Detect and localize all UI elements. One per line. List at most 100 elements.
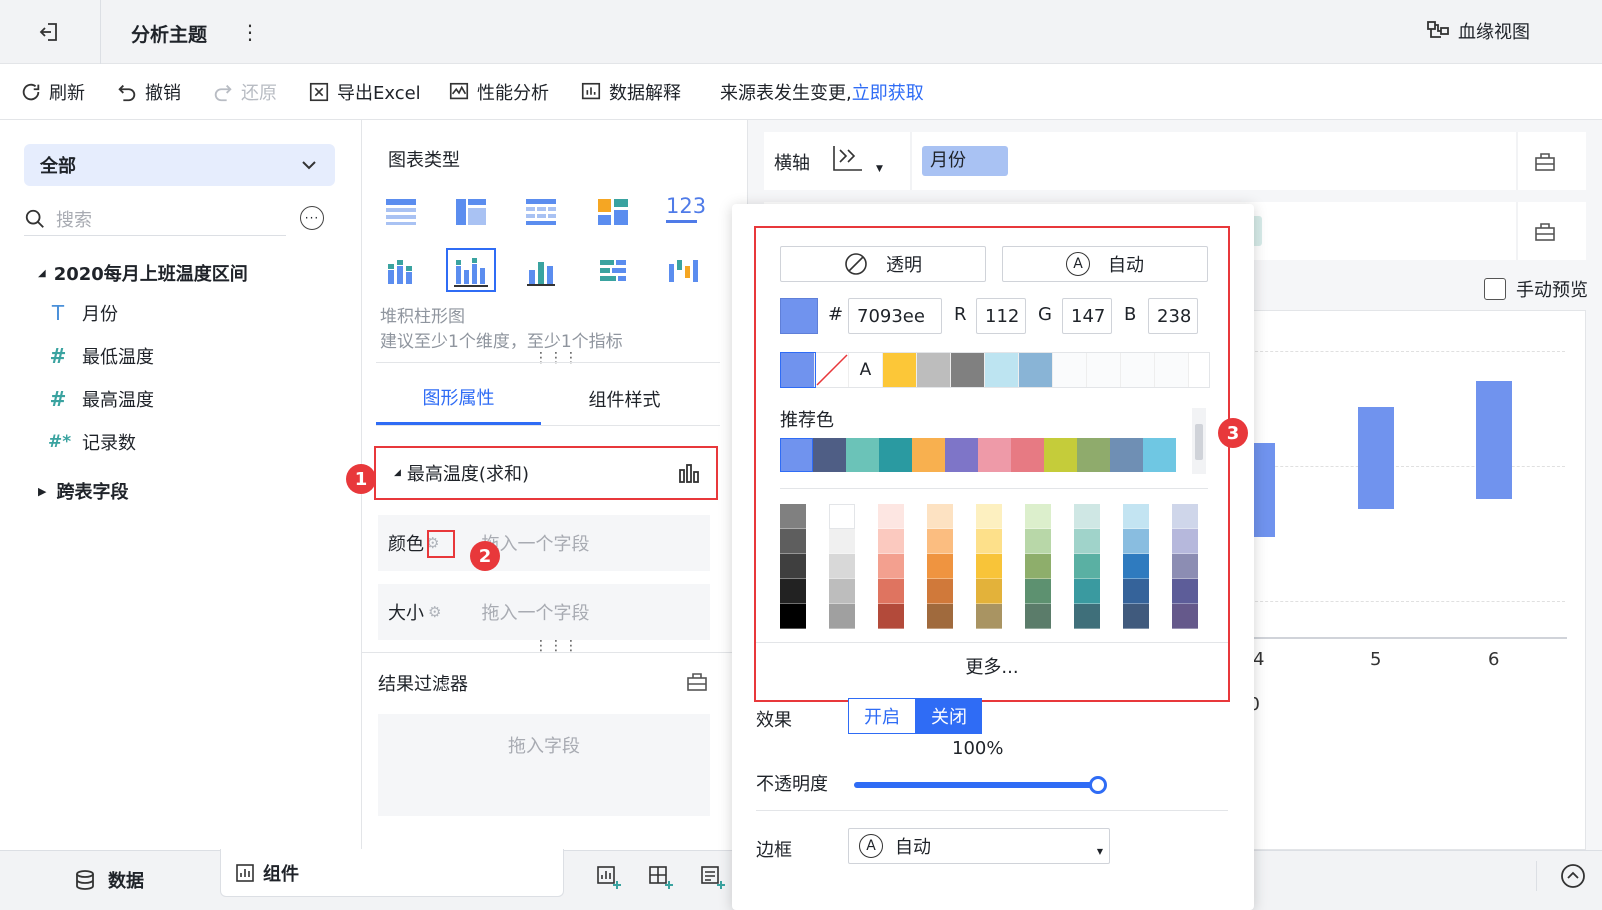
palette-color-swatch[interactable] (878, 554, 904, 579)
recommended-color-swatch[interactable] (945, 438, 978, 472)
palette-color-swatch[interactable] (1123, 529, 1149, 554)
recommended-color-swatch[interactable] (1044, 438, 1077, 472)
field-item-month[interactable]: T 月份 (48, 300, 118, 326)
recent-color-swatch[interactable] (951, 353, 985, 387)
palette-color-swatch[interactable] (976, 529, 1002, 554)
filter-drop-zone[interactable]: 拖入字段 (378, 714, 710, 816)
recommended-color-swatch[interactable] (846, 438, 879, 472)
lineage-view-button[interactable]: 血缘视图 (1426, 18, 1530, 44)
palette-color-swatch[interactable] (878, 604, 904, 629)
palette-color-swatch[interactable] (1172, 604, 1198, 629)
detail-table-icon[interactable] (524, 196, 558, 226)
palette-color-swatch[interactable] (927, 529, 953, 554)
add-table-icon[interactable] (648, 865, 674, 891)
palette-color-swatch[interactable] (1025, 504, 1051, 529)
palette-color-swatch[interactable] (1074, 529, 1100, 554)
table-scope-dropdown[interactable]: 全部 (24, 144, 335, 186)
resize-handle[interactable]: ⋮⋮⋮ (534, 350, 579, 366)
recent-color-swatch[interactable] (1019, 353, 1053, 387)
fetch-now-link[interactable]: 立即获取 (852, 79, 924, 105)
export-excel-button[interactable]: 导出Excel (308, 78, 421, 106)
more-options-icon[interactable]: ··· (300, 206, 324, 230)
recommended-color-swatch[interactable] (1077, 438, 1110, 472)
recent-color-swatch[interactable] (883, 353, 917, 387)
auto-color-button[interactable]: A 自动 (1002, 246, 1208, 282)
auto-color-swatch[interactable]: A (849, 353, 883, 387)
transparent-button[interactable]: 透明 (780, 246, 986, 282)
palette-color-swatch[interactable] (829, 579, 855, 604)
search-input[interactable]: 搜索 (56, 206, 92, 232)
palette-color-swatch[interactable] (780, 554, 806, 579)
scrollbar[interactable] (1192, 408, 1206, 474)
palette-color-swatch[interactable] (829, 529, 855, 554)
filter-settings-icon[interactable] (686, 670, 708, 697)
caret-icon[interactable]: ▼ (876, 164, 883, 174)
field-search[interactable]: 搜索 (24, 202, 286, 236)
palette-color-swatch[interactable] (780, 504, 806, 529)
more-vertical-icon[interactable]: ⋮ (240, 20, 260, 44)
size-drop-zone[interactable]: 大小 ⚙ 拖入一个字段 (378, 584, 710, 640)
palette-color-swatch[interactable] (927, 579, 953, 604)
palette-color-swatch[interactable] (1123, 579, 1149, 604)
waterfall-chart-icon[interactable] (666, 256, 700, 286)
palette-color-swatch[interactable] (1074, 504, 1100, 529)
chart-bar[interactable] (1476, 381, 1512, 499)
x-axis-drop[interactable] (910, 132, 1586, 190)
field-item-max-temp[interactable]: # 最高温度 (48, 386, 154, 412)
palette-color-swatch[interactable] (927, 504, 953, 529)
opacity-slider-track[interactable] (854, 776, 1107, 794)
palette-color-swatch[interactable] (1025, 554, 1051, 579)
palette-color-swatch[interactable] (878, 504, 904, 529)
axis-sort-icon[interactable] (830, 142, 866, 176)
tab-component-style[interactable]: 组件样式 (542, 372, 707, 425)
shelf-settings-icon[interactable] (1534, 220, 1556, 242)
more-colors-button[interactable]: 更多... (756, 646, 1228, 686)
exit-icon[interactable] (38, 20, 62, 44)
recent-color-swatch[interactable] (985, 353, 1019, 387)
stacked-column-icon-selected[interactable] (446, 248, 496, 292)
data-explain-button[interactable]: 数据解释 (580, 78, 681, 106)
blue-input[interactable]: 238 (1148, 298, 1198, 334)
dashboard-card-icon[interactable] (596, 196, 630, 226)
recommended-color-swatch[interactable] (813, 438, 846, 472)
performance-button[interactable]: 性能分析 (448, 78, 549, 106)
palette-color-swatch[interactable] (1074, 579, 1100, 604)
palette-color-swatch[interactable] (829, 554, 855, 579)
recommended-color-swatch[interactable] (1011, 438, 1044, 472)
palette-color-swatch[interactable] (829, 604, 855, 629)
component-tab[interactable]: 组件 (220, 849, 564, 897)
palette-color-swatch[interactable] (927, 604, 953, 629)
palette-color-swatch[interactable] (780, 579, 806, 604)
palette-color-swatch[interactable] (829, 504, 855, 529)
palette-color-swatch[interactable] (1172, 504, 1198, 529)
recommended-color-swatch[interactable] (1110, 438, 1143, 472)
effect-on-button[interactable]: 开启 (848, 698, 916, 734)
column-chart-icon[interactable] (524, 256, 558, 286)
data-tab[interactable]: 数据 (74, 867, 144, 893)
tab-graph-properties[interactable]: 图形属性 (376, 372, 541, 425)
collapse-up-icon[interactable] (1560, 863, 1586, 889)
palette-color-swatch[interactable] (1025, 579, 1051, 604)
opacity-slider-thumb[interactable] (1089, 776, 1107, 794)
manual-preview-checkbox[interactable]: 手动预览 (1484, 276, 1588, 302)
pivot-table-icon[interactable] (454, 196, 488, 226)
border-select[interactable]: A 自动 ▼ (848, 828, 1110, 864)
bar-chart-icon[interactable] (596, 256, 630, 286)
palette-color-swatch[interactable] (1123, 554, 1149, 579)
chart-bar[interactable] (1358, 407, 1394, 509)
add-chart-icon[interactable] (596, 865, 622, 891)
checkbox[interactable] (1484, 278, 1506, 300)
recent-color-swatch[interactable] (917, 353, 951, 387)
palette-color-swatch[interactable] (1025, 604, 1051, 629)
hex-input[interactable]: 7093ee (848, 298, 942, 334)
palette-color-swatch[interactable] (1172, 579, 1198, 604)
palette-color-swatch[interactable] (1123, 604, 1149, 629)
table-chart-icon[interactable] (384, 196, 418, 226)
palette-color-swatch[interactable] (927, 554, 953, 579)
palette-color-swatch[interactable] (976, 504, 1002, 529)
x-axis-field-pill[interactable]: 月份 (922, 146, 1008, 176)
palette-color-swatch[interactable] (1074, 604, 1100, 629)
undo-button[interactable]: 撤销 (116, 78, 181, 106)
recent-color-swatch[interactable] (780, 352, 816, 388)
recommended-color-swatch[interactable] (879, 438, 912, 472)
